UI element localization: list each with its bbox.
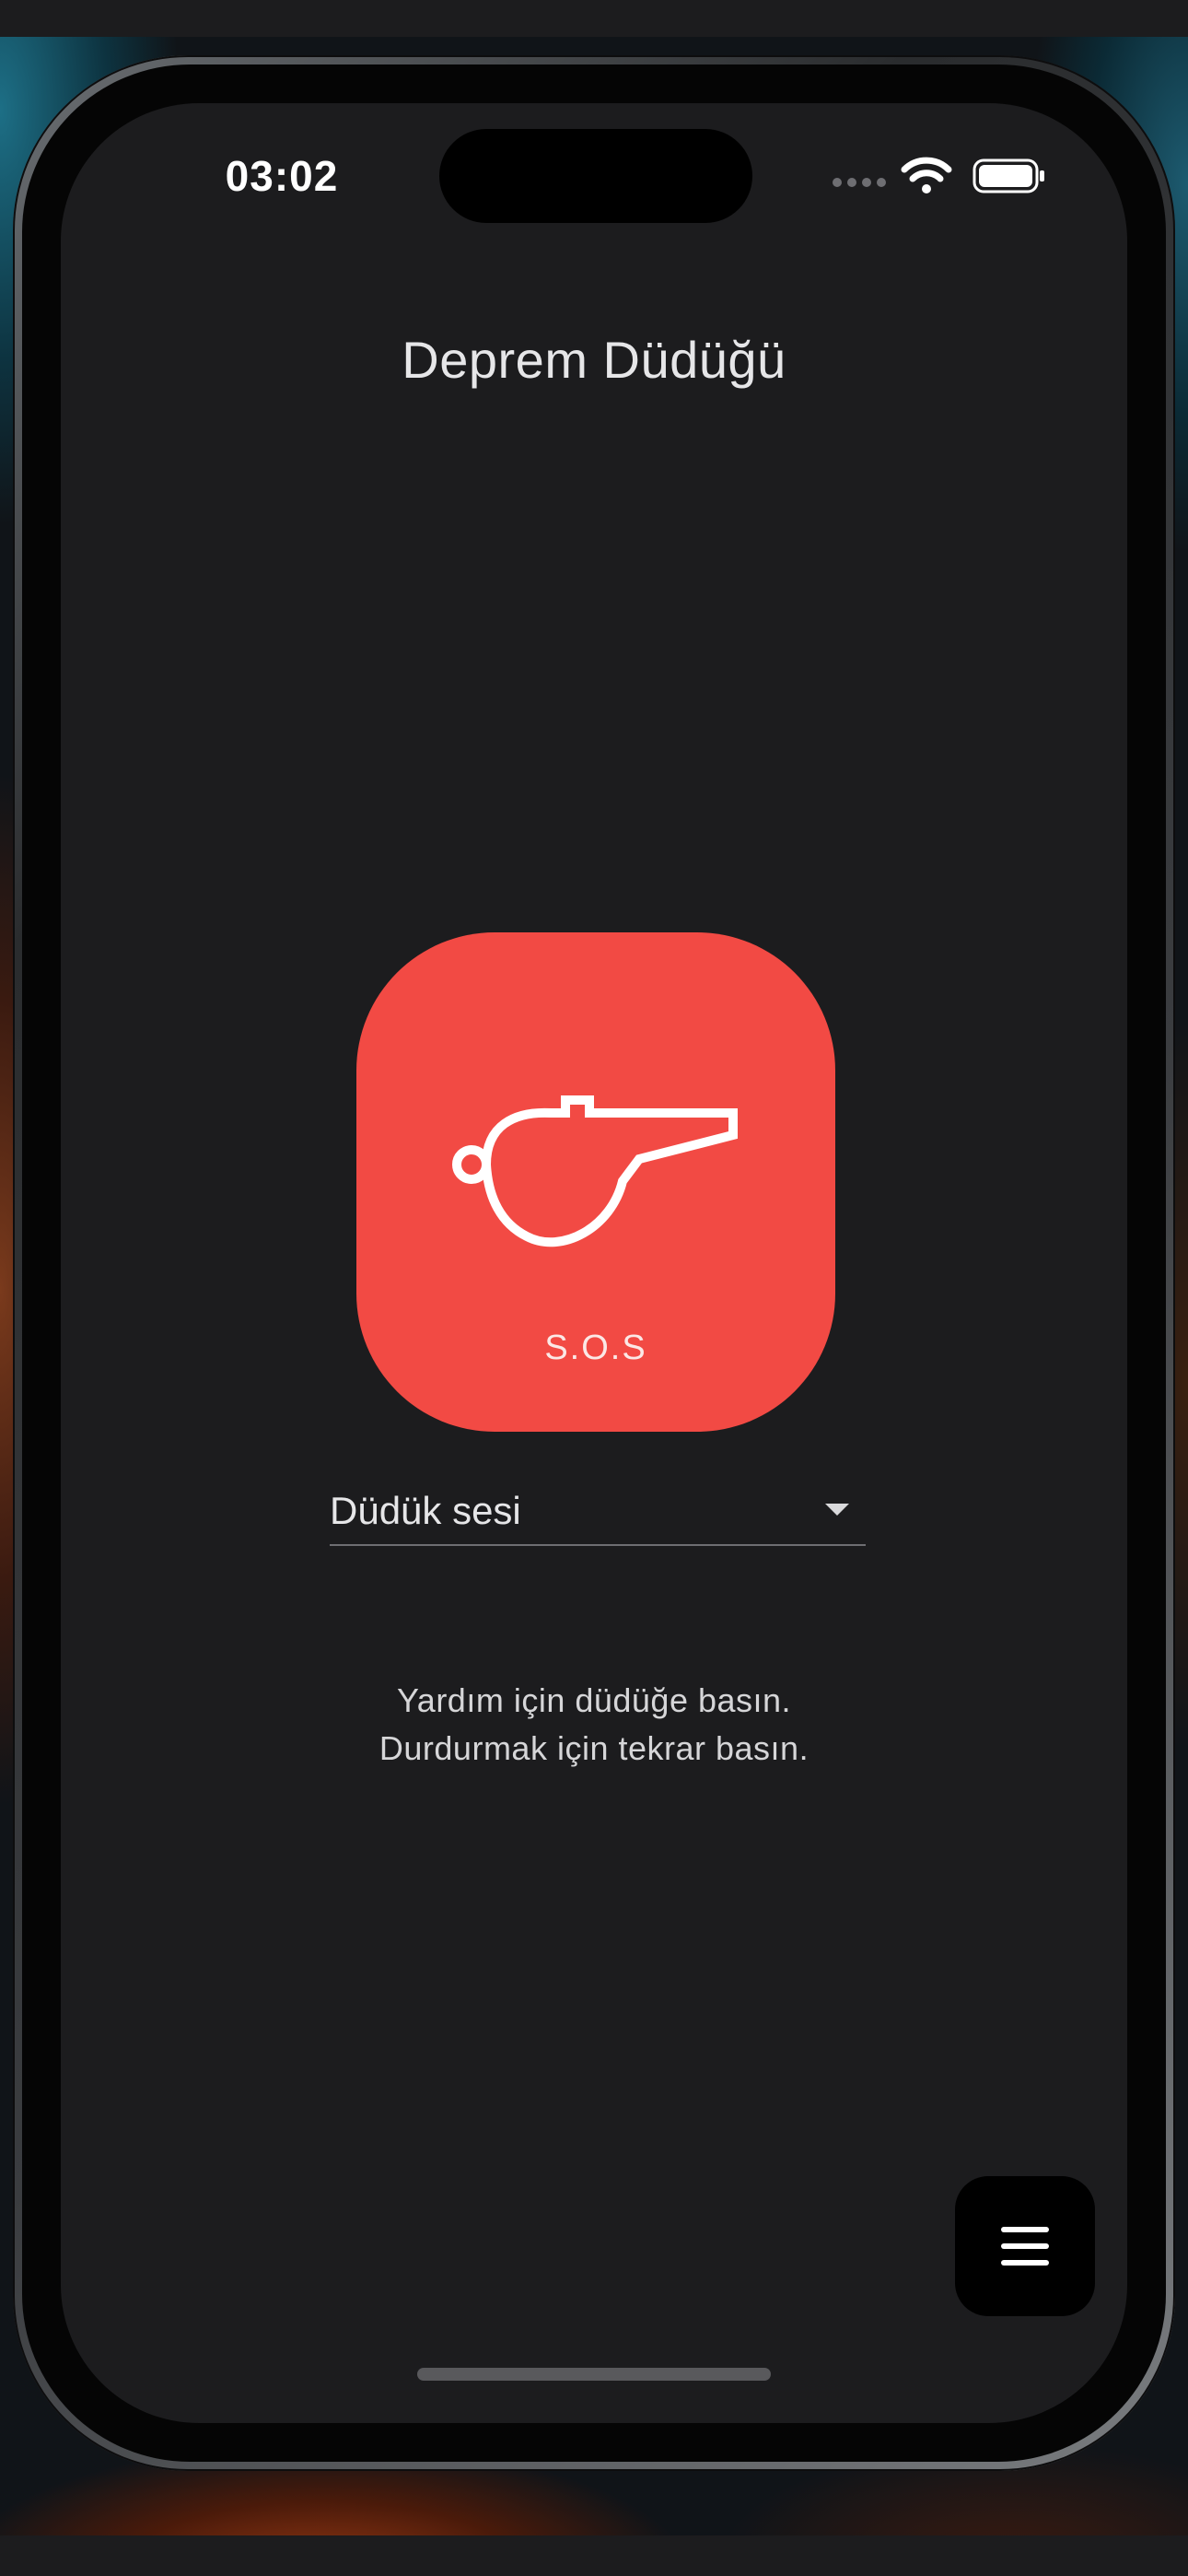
- sound-type-value: Düdük sesi: [330, 1489, 521, 1532]
- battery-icon: [973, 158, 1044, 193]
- chevron-down-icon: [825, 1504, 849, 1516]
- wifi-icon: [901, 157, 952, 193]
- page-title: Deprem Düdüğü: [402, 331, 786, 389]
- phone-bezel: 03:02 Deprem Düdüğü S.O.S Düdük sesi Yar…: [22, 64, 1166, 2462]
- app-screen: 03:02 Deprem Düdüğü S.O.S Düdük sesi Yar…: [61, 103, 1127, 2423]
- dynamic-island: [439, 129, 752, 223]
- help-text-line-2: Durdurmak için tekrar basın.: [379, 1729, 809, 1767]
- bottom-window-bar: [0, 2535, 1188, 2576]
- sound-type-dropdown[interactable]: Düdük sesi: [330, 1485, 866, 1546]
- whistle-icon: [452, 1095, 738, 1247]
- home-indicator[interactable]: [417, 2368, 771, 2381]
- help-text: Yardım için düdüğe basın. Durdurmak için…: [61, 1677, 1127, 1773]
- sos-label: S.O.S: [544, 1329, 647, 1367]
- phone-frame: 03:02 Deprem Düdüğü S.O.S Düdük sesi Yar…: [13, 55, 1175, 2471]
- status-time: 03:02: [225, 152, 339, 200]
- menu-icon: [1001, 2227, 1049, 2266]
- sos-whistle-button[interactable]: S.O.S: [356, 932, 835, 1432]
- help-text-line-1: Yardım için düdüğe basın.: [396, 1681, 792, 1719]
- top-window-bar: [0, 0, 1188, 37]
- menu-button[interactable]: [955, 2176, 1095, 2316]
- signal-dots-icon: [833, 177, 888, 188]
